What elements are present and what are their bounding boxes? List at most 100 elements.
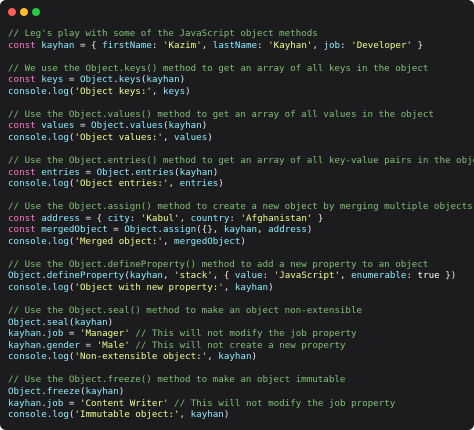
code-comment: // We use the Object.keys() method to ge…	[8, 62, 429, 74]
code-token: console	[8, 235, 47, 247]
code-line: // Use the Object.freeze() method to mak…	[8, 374, 470, 386]
close-window-button[interactable]	[8, 8, 16, 16]
minimize-window-button[interactable]	[20, 8, 28, 16]
code-line: console.log('Non-extensible object:', ka…	[8, 351, 470, 363]
code-line: console.log('Merged object:', mergedObje…	[8, 236, 470, 248]
code-token: kayhan	[8, 328, 42, 340]
code-token: console	[8, 178, 47, 190]
code-token: }	[412, 39, 424, 51]
code-token: 'Merged object:'	[74, 235, 163, 247]
code-line: kayhan.job = 'Manager' // This will not …	[8, 328, 470, 340]
code-token: )	[306, 224, 313, 236]
code-token: job	[46, 328, 64, 340]
code-token: kayhan	[223, 224, 258, 236]
code-comment: // Use the Object.entries() method to ge…	[8, 155, 474, 167]
code-token: entries	[41, 166, 80, 178]
code-token: defineProperty	[46, 270, 125, 282]
code-token: , {	[212, 270, 235, 282]
code-token: kayhan	[234, 282, 269, 294]
code-line: kayhan.job = 'Content Writer' // This wi…	[8, 398, 470, 410]
code-token: Object	[8, 316, 42, 328]
code-line: console.log('Object with new property:',…	[8, 282, 470, 294]
code-token: log	[52, 351, 69, 363]
code-token: Object	[8, 270, 42, 282]
code-token: values	[41, 120, 75, 132]
code-token: Object	[91, 120, 125, 132]
code-token: console	[8, 85, 47, 97]
code-token: 'Kazim'	[162, 39, 202, 51]
code-token: keys	[41, 74, 64, 86]
code-token: :	[406, 270, 418, 282]
code-token: job	[46, 397, 64, 409]
code-token: city	[107, 212, 130, 224]
code-token: // This will not modify the job property	[135, 328, 357, 340]
code-token: ,	[201, 39, 213, 51]
code-token: kayhan	[129, 270, 163, 282]
code-token: ({},	[196, 224, 224, 236]
code-token: address	[41, 212, 80, 224]
code-token: :	[129, 212, 141, 224]
code-token: kayhan	[8, 397, 42, 409]
code-token: =	[63, 328, 80, 340]
code-token: console	[8, 131, 47, 143]
code-token: :	[340, 39, 352, 51]
code-token: // This will not modify the job property	[174, 397, 396, 409]
code-token: const	[8, 74, 36, 86]
code-token: ,	[162, 235, 175, 247]
code-token: const	[8, 39, 36, 51]
code-token: )	[218, 178, 224, 190]
code-token: enumerable	[351, 270, 407, 282]
code-token: )	[118, 385, 125, 397]
window-titlebar	[0, 0, 474, 24]
code-token: kayhan	[218, 351, 252, 363]
code-token: )	[212, 166, 219, 178]
code-line: Object.seal(kayhan)	[8, 317, 470, 329]
code-token: 'Object keys:'	[74, 85, 152, 97]
code-token: )	[268, 282, 274, 294]
code-token: keys	[162, 85, 186, 97]
code-line: // Use the Object.assign() method to cre…	[8, 201, 473, 213]
code-token: 'JavaScript'	[273, 270, 341, 282]
code-token: 'Manager'	[79, 328, 130, 340]
code-token: )	[179, 74, 186, 86]
code-comment: // Leg's play with some of the JavaScrip…	[8, 28, 318, 39]
code-token: console	[8, 282, 47, 294]
code-token: kayhan	[179, 166, 213, 178]
code-line: console.log('Object values:', values)	[8, 132, 470, 144]
code-token: ,	[162, 270, 175, 282]
maximize-window-button[interactable]	[32, 8, 40, 16]
code-line: kayhan.gender = 'Male' // This will not …	[8, 340, 470, 352]
code-window: // Leg's play with some of the JavaScrip…	[0, 0, 474, 430]
code-token: 'Kabul'	[140, 212, 180, 224]
code-token: country	[190, 212, 230, 224]
code-token: ,	[179, 212, 191, 224]
code-line: const kayhan = { firstName: 'Kazim', las…	[8, 40, 470, 52]
code-token: ,	[312, 39, 324, 51]
code-token: kayhan	[74, 316, 108, 328]
code-token: )	[207, 131, 213, 143]
code-token: log	[52, 235, 69, 247]
code-token: Object	[96, 166, 130, 178]
code-token: lastName	[212, 39, 258, 51]
code-token: :	[151, 39, 163, 51]
code-line: console.log('Object entries:', entries)	[8, 178, 470, 190]
code-token: values	[174, 131, 208, 143]
code-token: assign	[162, 224, 197, 236]
code-token: values	[129, 120, 163, 132]
code-token: :	[229, 212, 241, 224]
code-token: const	[8, 166, 36, 178]
code-token: )	[223, 409, 230, 421]
code-token: ,	[223, 282, 235, 294]
code-token: firstName	[102, 39, 152, 51]
code-token: ,	[151, 85, 163, 97]
code-token: =	[79, 339, 97, 351]
code-token: =	[63, 74, 80, 86]
code-token: = {	[79, 212, 108, 224]
code-token: 'Kayhan'	[268, 39, 313, 51]
code-token: ,	[207, 351, 219, 363]
code-token: )	[201, 120, 208, 132]
